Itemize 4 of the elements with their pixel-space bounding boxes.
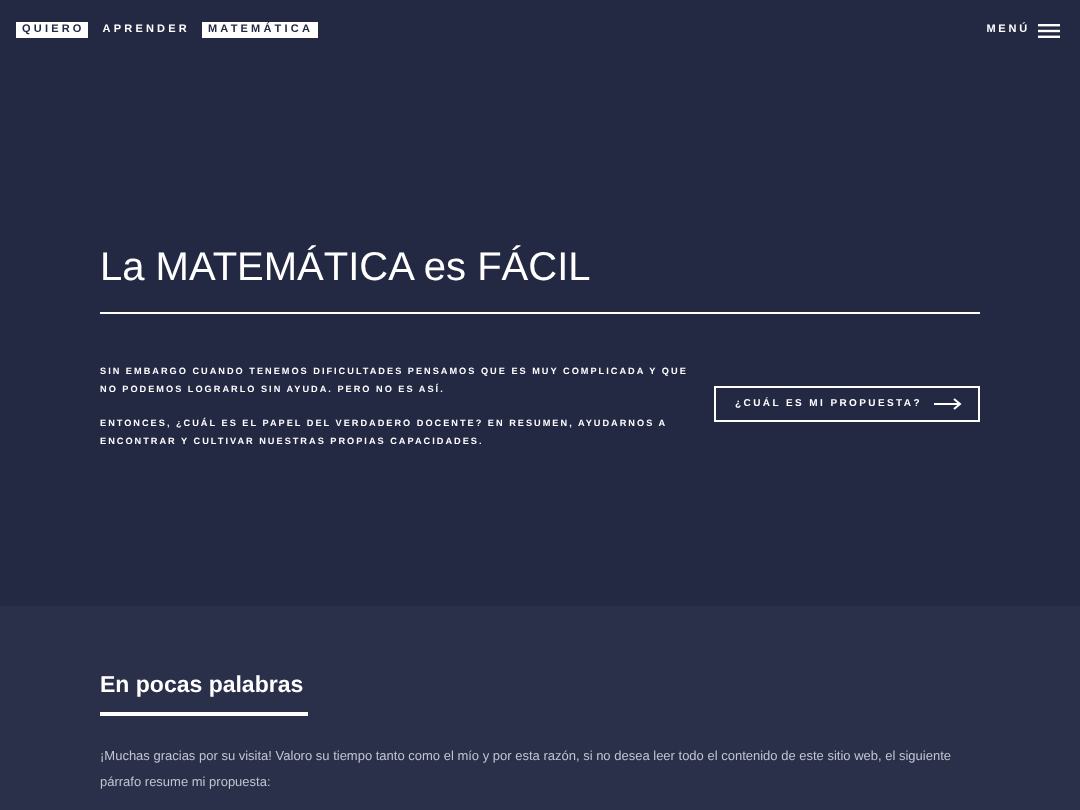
- menu-icon: [1038, 23, 1060, 37]
- hero-title: La MATEMÁTICA es FÁCIL: [100, 246, 980, 314]
- section-heading: En pocas palabras: [100, 674, 308, 716]
- arrow-right-icon: [934, 398, 962, 410]
